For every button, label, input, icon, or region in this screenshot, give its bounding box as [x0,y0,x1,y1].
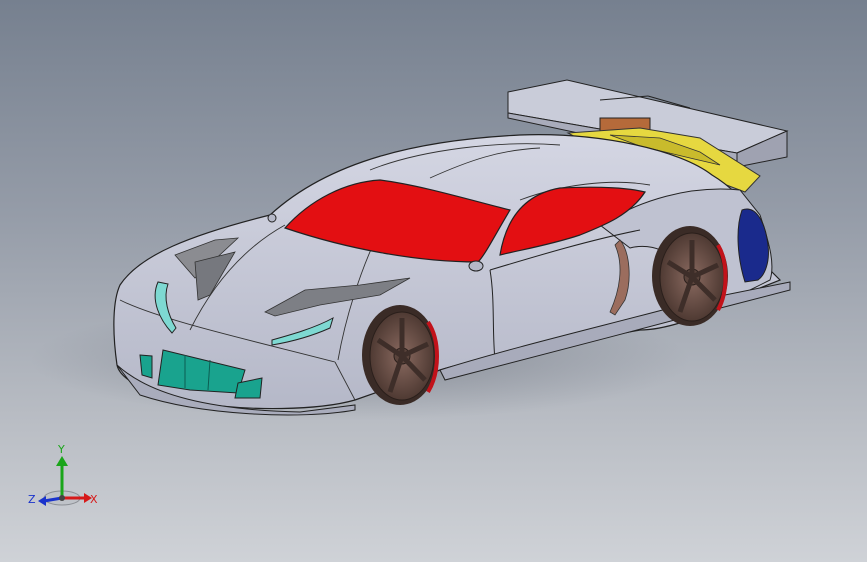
triad-y-label: Y [58,443,65,456]
front-wheel[interactable] [362,305,439,405]
graphics-viewport[interactable]: Y X Z [0,0,867,562]
rear-wheel[interactable] [652,226,728,326]
triad-x-label: X [90,493,98,506]
antenna-base [267,213,277,223]
side-mirror [468,260,484,272]
triad-z-label: Z [28,493,36,506]
intake-left [139,354,153,379]
axis-triad: Y X Z [22,438,112,518]
car-model-3d-view[interactable] [0,0,867,562]
rear-side-window [737,208,769,283]
